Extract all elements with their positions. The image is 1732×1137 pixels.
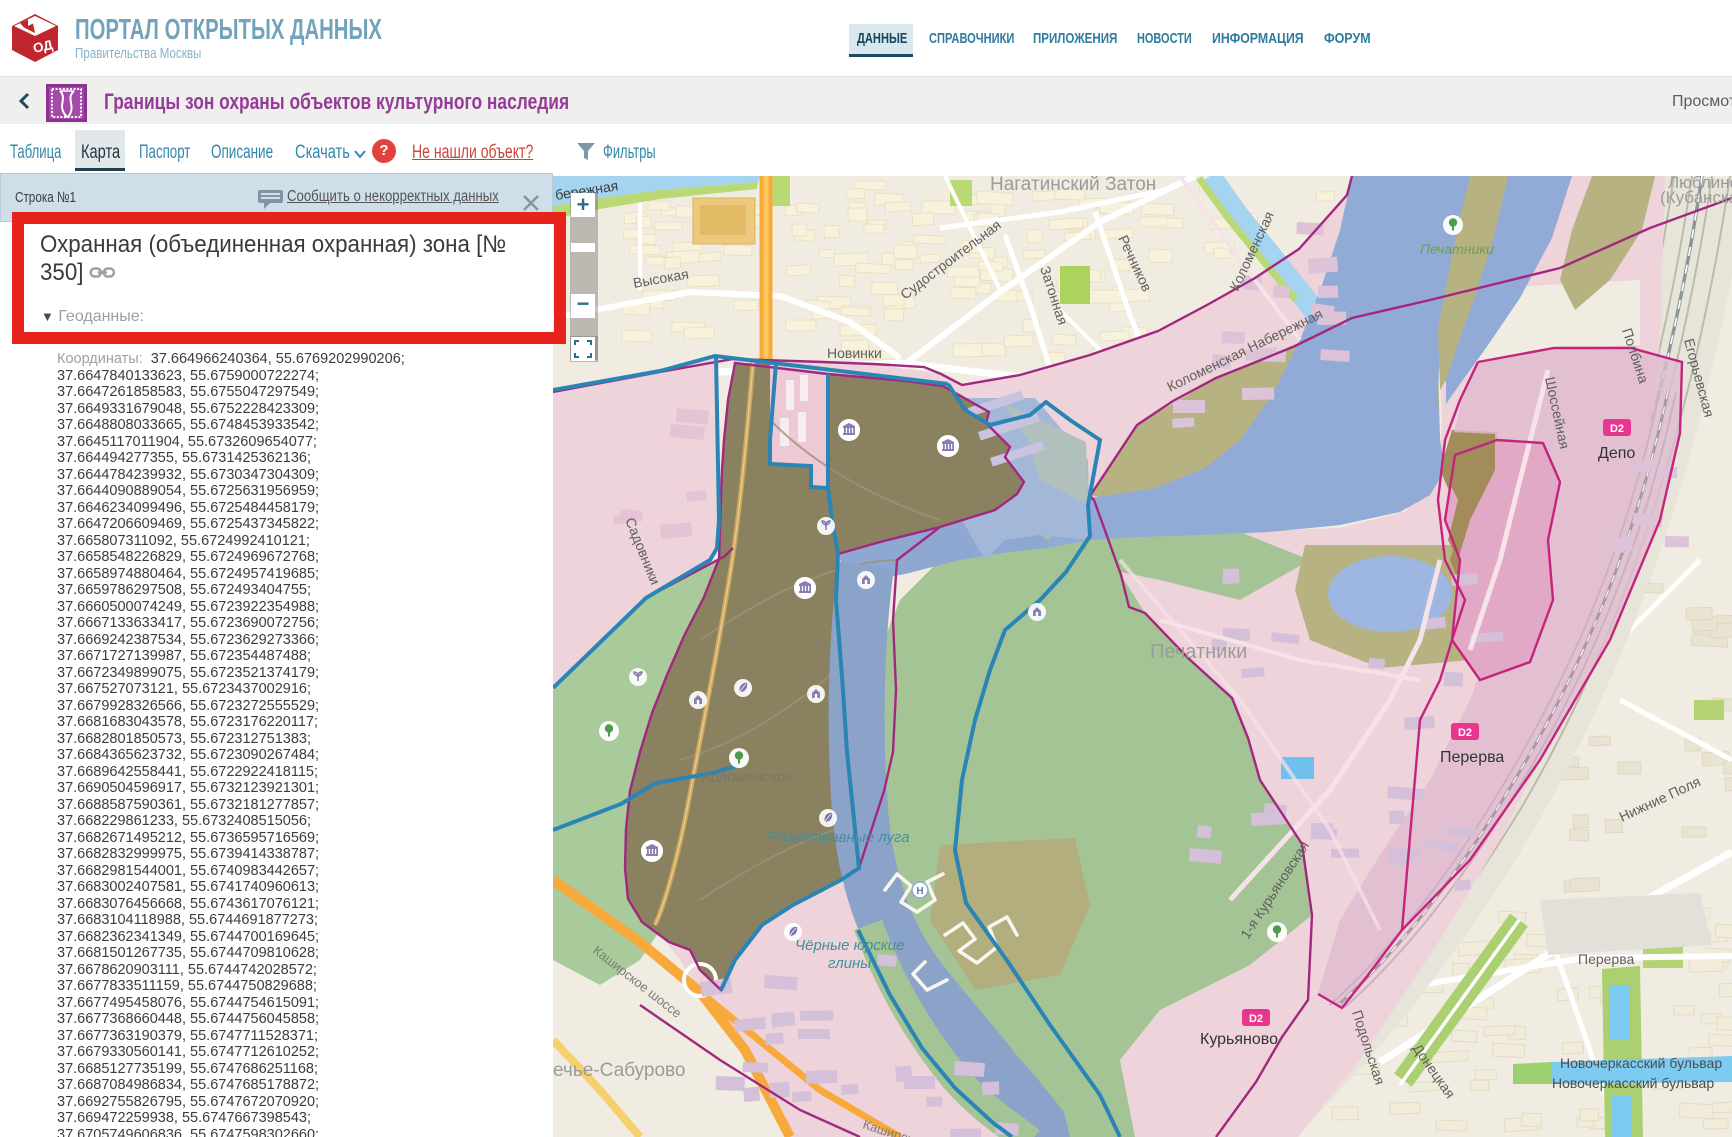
svg-text:Новочеркасский бульвар: Новочеркасский бульвар bbox=[1560, 1055, 1722, 1071]
svg-text:D2: D2 bbox=[1249, 1013, 1263, 1025]
svg-text:Перерва: Перерва bbox=[1440, 749, 1504, 766]
svg-text:Перерва: Перерва bbox=[1578, 951, 1634, 967]
svg-text:Депо: Депо bbox=[1598, 445, 1635, 462]
svg-text:(Кубанская: (Кубанская bbox=[1660, 188, 1732, 207]
svg-text:глины: глины bbox=[828, 955, 871, 972]
svg-text:Разнотравные луга: Разнотравные луга bbox=[768, 829, 910, 846]
svg-text:Курьяново: Курьяново bbox=[1200, 1031, 1278, 1048]
svg-text:D2: D2 bbox=[1458, 727, 1472, 739]
svg-text:Коломенское: Коломенское bbox=[702, 769, 794, 786]
svg-text:Чёрные юрские: Чёрные юрские bbox=[795, 937, 904, 954]
svg-text:Нагатинский Затон: Нагатинский Затон bbox=[990, 176, 1156, 195]
svg-text:Печатники: Печатники bbox=[1420, 241, 1494, 257]
svg-text:ечье-Сабурово: ечье-Сабурово bbox=[553, 1060, 685, 1081]
svg-text:Новинки: Новинки bbox=[827, 345, 882, 361]
svg-text:Новочеркасский бульвар: Новочеркасский бульвар bbox=[1552, 1075, 1714, 1091]
svg-text:Н: Н bbox=[916, 886, 923, 897]
svg-text:D2: D2 bbox=[1610, 423, 1624, 435]
svg-text:Печатники: Печатники bbox=[1150, 641, 1247, 663]
